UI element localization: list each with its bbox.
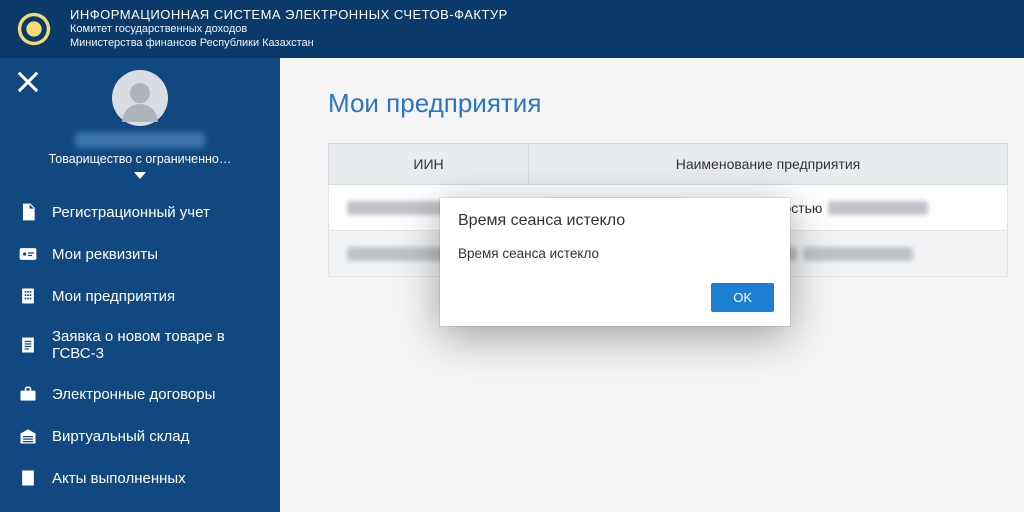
user-name-blurred — [75, 132, 205, 148]
close-icon[interactable] — [14, 68, 42, 96]
briefcase-icon — [18, 384, 38, 404]
blurred-value — [803, 247, 913, 261]
form-icon — [18, 335, 38, 355]
sidebar-item-enterprises[interactable]: Мои предприятия — [0, 275, 280, 317]
chevron-down-icon[interactable] — [134, 172, 146, 179]
table-header: ИИН Наименование предприятия — [328, 143, 1008, 185]
blurred-value — [828, 201, 928, 215]
sidebar-item-label: Заявка о новом товаре в ГСВС-3 — [52, 328, 262, 362]
dialog-message: Время сеанса истекло — [440, 240, 790, 283]
dialog-title: Время сеанса истекло — [440, 198, 790, 240]
document-icon — [18, 468, 38, 488]
header-subtitle-2: Министерства финансов Республики Казахст… — [70, 37, 508, 51]
sidebar-item-contracts[interactable]: Электронные договоры — [0, 373, 280, 415]
sidebar-item-acts[interactable]: Акты выполненных — [0, 457, 280, 499]
card-icon — [18, 244, 38, 264]
sidebar-item-label: Мои предприятия — [52, 288, 175, 305]
sidebar-item-label: Электронные договоры — [52, 386, 215, 403]
header-subtitle-1: Комитет государственных доходов — [70, 23, 508, 37]
avatar — [112, 70, 168, 126]
emblem-icon — [14, 9, 54, 49]
document-icon — [18, 202, 38, 222]
sidebar-item-requisites[interactable]: Мои реквизиты — [0, 233, 280, 275]
col-iin: ИИН — [329, 144, 529, 184]
sidebar-item-label: Акты выполненных — [52, 470, 186, 487]
sidebar: Товарищество с ограниченно… Регистрацион… — [0, 58, 280, 512]
top-header: ИНФОРМАЦИОННАЯ СИСТЕМА ЭЛЕКТРОННЫХ СЧЕТО… — [0, 0, 1024, 58]
org-type-label: Товарищество с ограниченно… — [14, 152, 266, 166]
header-text-block: ИНФОРМАЦИОННАЯ СИСТЕМА ЭЛЕКТРОННЫХ СЧЕТО… — [70, 7, 508, 51]
warehouse-icon — [18, 426, 38, 446]
sidebar-item-new-goods[interactable]: Заявка о новом товаре в ГСВС-3 — [0, 317, 280, 373]
ok-button[interactable]: OK — [711, 283, 774, 312]
sidebar-item-registration[interactable]: Регистрационный учет — [0, 191, 280, 233]
sidebar-item-label: Виртуальный склад — [52, 428, 189, 445]
sidebar-item-label: Мои реквизиты — [52, 246, 158, 263]
col-name: Наименование предприятия — [529, 144, 1007, 184]
session-expired-dialog: Время сеанса истекло Время сеанса истекл… — [440, 198, 790, 326]
sidebar-item-label: Регистрационный учет — [52, 204, 210, 221]
sidebar-profile: Товарищество с ограниченно… — [0, 58, 280, 191]
system-title: ИНФОРМАЦИОННАЯ СИСТЕМА ЭЛЕКТРОННЫХ СЧЕТО… — [70, 7, 508, 23]
sidebar-item-warehouse[interactable]: Виртуальный склад — [0, 415, 280, 457]
page-title: Мои предприятия — [280, 58, 1024, 143]
sidebar-nav: Регистрационный учет Мои реквизиты Мои п… — [0, 191, 280, 499]
building-icon — [18, 286, 38, 306]
